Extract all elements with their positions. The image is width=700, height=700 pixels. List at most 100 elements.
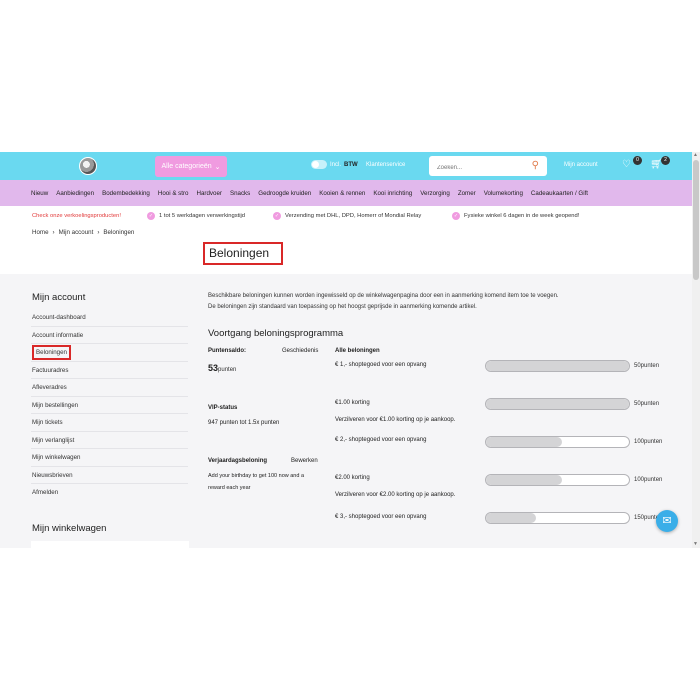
reward-progress-bar [485, 512, 630, 524]
sidebar-item-logout[interactable]: Afmelden [31, 484, 188, 502]
points-balance-label: Puntensaldo: [208, 348, 247, 354]
category-nav: Nieuw Aanbiedingen Bodembedekking Hooi &… [0, 180, 692, 206]
check-icon: ✓ [147, 212, 155, 220]
sidebar-item-shipping-address[interactable]: Afleveradres [31, 379, 188, 397]
cart-card [31, 541, 189, 548]
intro-line: Beschikbare beloningen kunnen worden ing… [208, 293, 559, 299]
reward-points: 100punten [634, 477, 663, 483]
scroll-up-icon[interactable]: ▲ [693, 152, 698, 158]
heart-icon: ♡ [622, 159, 631, 170]
nav-item[interactable]: Volumekorting [484, 190, 523, 197]
reward-progress-bar [485, 474, 630, 486]
sidebar-item-label: Account-dashboard [32, 314, 86, 321]
all-categories-label: Alle categorieën [161, 163, 212, 170]
sidebar-item-label: Mijn winkelwagen [32, 454, 81, 461]
toggle-switch[interactable] [311, 160, 327, 169]
usp-text: Fysieke winkel 6 dagen in de week geopen… [464, 213, 580, 219]
search-box: ⚲ [429, 156, 547, 178]
customer-service-link[interactable]: Klantenservice [366, 162, 405, 168]
sidebar-item-orders[interactable]: Mijn bestellingen [31, 397, 188, 414]
sidebar-item-newsletters[interactable]: Nieuwsbrieven [31, 467, 188, 484]
nav-item[interactable]: Zomer [458, 190, 476, 197]
nav-item[interactable]: Nieuw [31, 190, 48, 197]
points-unit: punten [218, 367, 237, 373]
usp-bar: Check onze verkoelingsproducten! ✓ 1 tot… [0, 206, 692, 226]
rewards-intro: Beschikbare beloningen kunnen worden ing… [208, 291, 559, 313]
nav-item[interactable]: Verzorging [420, 190, 450, 197]
reward-progress-fill [486, 475, 562, 485]
reward-progress-bar [485, 436, 630, 448]
sidebar-item-label: Nieuwsbrieven [32, 471, 73, 479]
nav-item[interactable]: Gedroogde kruiden [258, 190, 311, 197]
reward-name: €2.00 korting [335, 475, 370, 481]
sidebar-item-label: Afleveradres [32, 384, 67, 391]
sidebar-item-label: Account informatie [32, 331, 84, 339]
vip-status-text: 947 punten tot 1.5x punten [208, 420, 280, 426]
nav-item[interactable]: Kooi inrichting [373, 190, 412, 197]
sidebar-item-billing-address[interactable]: Factuuradres [31, 362, 188, 379]
birthday-text: Add your birthday to get 100 now and a [208, 473, 305, 479]
history-link[interactable]: Geschiedenis [282, 348, 318, 354]
nav-item[interactable]: Cadeaukaarten / Gift [531, 190, 588, 197]
vip-status-label: VIP-status [208, 405, 238, 411]
scroll-down-icon[interactable]: ▼ [693, 541, 698, 547]
page-title: Beloningen [203, 242, 283, 265]
search-icon[interactable]: ⚲ [532, 160, 539, 171]
sidebar-title: Mijn account [32, 292, 86, 303]
nav-item[interactable]: Snacks [230, 190, 250, 197]
reward-progress-fill [486, 513, 537, 523]
usp-item: ✓ Verzending met DHL, DPD, Homerr of Mon… [273, 212, 421, 220]
all-categories-button[interactable]: Alle categorieën ⌄ [155, 156, 227, 177]
mail-icon[interactable]: ✉ [656, 510, 678, 532]
nav-item[interactable]: Hardvoer [197, 190, 222, 197]
sidebar-item-tickets[interactable]: Mijn tickets [31, 414, 188, 432]
sidebar-item-rewards[interactable]: Beloningen [31, 344, 188, 362]
browser-viewport: Alle categorieën ⌄ Incl. BTW Klantenserv… [0, 152, 700, 548]
account-sidebar: Account-dashboard Account informatie Bel… [31, 309, 188, 502]
sidebar-item-dashboard[interactable]: Account-dashboard [31, 309, 188, 327]
reward-name: € 3,- shoptegoed voor een opvang [335, 514, 427, 520]
nav-item[interactable]: Hooi & stro [158, 190, 189, 197]
chevron-down-icon: ⌄ [214, 163, 221, 171]
reward-name: € 1,- shoptegoed voor een opvang [335, 362, 427, 368]
all-rewards-label: Alle beloningen [335, 348, 380, 354]
sidebar-item-account-info[interactable]: Account informatie [31, 327, 188, 344]
site-logo[interactable] [79, 157, 97, 175]
edit-birthday-link[interactable]: Bewerken [291, 458, 318, 464]
reward-name: € 2,- shoptegoed voor een opvang [335, 437, 427, 443]
reward-points: 50punten [634, 363, 660, 369]
wishlist-count-badge: 0 [633, 156, 642, 165]
intro-line: De beloningen zijn standaard van toepass… [208, 304, 477, 310]
sidebar-item-wishlist[interactable]: Mijn verlanglijst [31, 432, 188, 449]
sidebar-item-label: Factuuradres [32, 366, 69, 374]
points-balance: 53punten [208, 363, 236, 373]
my-account-link[interactable]: Mijn account [564, 162, 598, 168]
breadcrumb-current: Beloningen [103, 229, 135, 236]
nav-item[interactable]: Aanbiedingen [56, 190, 94, 197]
wishlist-button[interactable]: ♡ 0 [622, 156, 642, 171]
breadcrumb-separator: › [52, 229, 55, 236]
vat-incl-label: Incl. [330, 161, 342, 168]
page-scrollbar[interactable]: ▲ ▼ [692, 152, 700, 548]
reward-points: 100punten [634, 439, 663, 445]
cart-button[interactable]: 🛒︎ 2 [650, 156, 670, 171]
nav-item[interactable]: Kooien & rennen [319, 190, 365, 197]
usp-item: ✓ 1 tot 5 werkdagen verwerkingstijd [147, 212, 245, 220]
search-input[interactable] [429, 158, 521, 178]
reward-description: Verzilveren voor €2.00 korting op je aan… [335, 492, 456, 498]
scroll-thumb[interactable] [693, 160, 699, 280]
cooling-products-link[interactable]: Check onze verkoelingsproducten! [32, 213, 121, 219]
vat-toggle[interactable]: Incl. BTW [311, 160, 358, 169]
usp-text: 1 tot 5 werkdagen verwerkingstijd [159, 213, 246, 219]
reward-progress-fill [486, 399, 629, 409]
nav-item[interactable]: Bodembedekking [102, 190, 150, 197]
sidebar-item-label: Mijn verlanglijst [32, 436, 75, 444]
usp-item: ✓ Fysieke winkel 6 dagen in de week geop… [452, 212, 579, 220]
sidebar-item-label: Mijn bestellingen [32, 401, 79, 409]
breadcrumb-account[interactable]: Mijn account [59, 229, 94, 236]
points-value: 53 [208, 363, 219, 373]
breadcrumb-home[interactable]: Home [32, 229, 49, 236]
sidebar-item-cart[interactable]: Mijn winkelwagen [31, 449, 188, 467]
reward-progress-bar [485, 360, 630, 372]
breadcrumb: Home › Mijn account › Beloningen [32, 229, 134, 236]
